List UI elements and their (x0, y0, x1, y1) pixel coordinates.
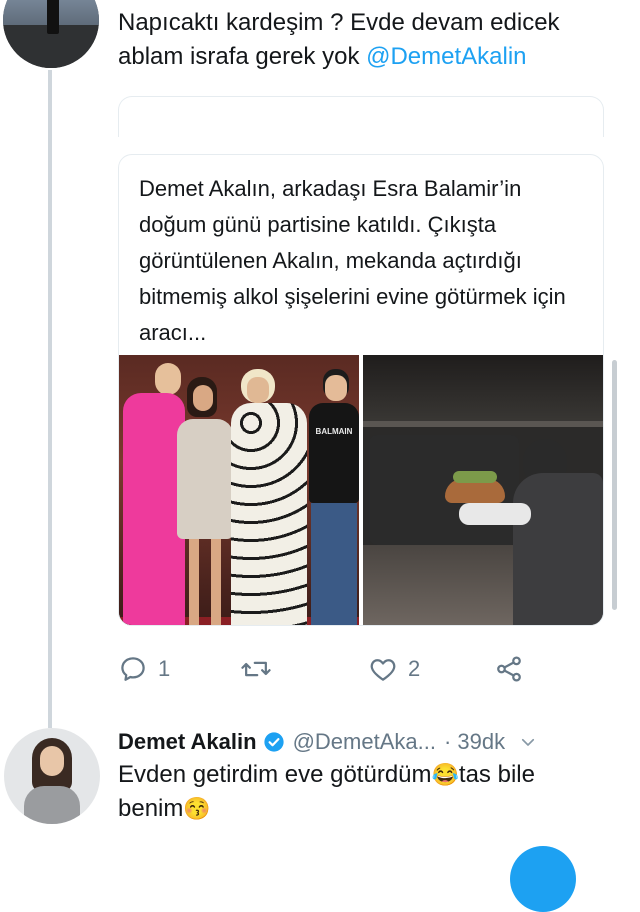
compose-button[interactable] (510, 846, 576, 912)
person-1-suit (123, 393, 185, 625)
person-3-leopard-coat (231, 403, 307, 625)
heart-icon (370, 659, 396, 681)
card-text: Demet Akalın, arkadaşı Esra Balamir’in d… (139, 176, 566, 345)
avatar-face (40, 746, 64, 776)
scrollbar[interactable] (612, 360, 617, 610)
verified-icon (263, 732, 284, 752)
person-3-head (247, 377, 269, 403)
reply-action[interactable]: 1 (118, 654, 170, 684)
like-action[interactable]: 2 (368, 654, 420, 684)
person-1-head (155, 363, 181, 395)
man-arm (459, 503, 531, 525)
reply-author-name[interactable]: Demet Akalin (118, 729, 257, 755)
person-2-leg (189, 539, 199, 625)
retweet-icon (241, 661, 271, 677)
reply-text-part: Evden getirdim eve götürdüm (118, 761, 432, 788)
person-2-leg (211, 539, 221, 625)
reply-count: 1 (158, 656, 171, 681)
person-4-jeans (311, 503, 357, 625)
mention-link[interactable]: @DemetAkalin (366, 43, 526, 70)
avatar-body (24, 786, 80, 824)
man-jacket (513, 473, 603, 625)
car-trunk-photo[interactable] (363, 355, 603, 625)
reply-text: Evden getirdim eve götürdüm😂tas bile ben… (118, 758, 598, 826)
reply-author-handle[interactable]: @DemetAka... (293, 729, 436, 755)
person-2-head (193, 385, 213, 411)
share-icon (497, 656, 521, 682)
link-card[interactable]: Demet Akalın, arkadaşı Esra Balamir’in d… (118, 154, 604, 626)
shirt-text: BALMAIN (315, 427, 353, 436)
bowl-fruit (453, 471, 497, 483)
share-action[interactable] (494, 654, 524, 684)
trunk-edge (363, 421, 603, 427)
quote-tweet-frame (118, 96, 604, 137)
trunk-lid (363, 355, 603, 425)
reply-timestamp[interactable]: · 39dk (444, 729, 505, 755)
author-avatar[interactable] (3, 0, 99, 68)
thread-line (48, 70, 52, 728)
party-photo[interactable]: BALMAIN (119, 355, 359, 625)
tweet-actions: 1 2 (118, 648, 602, 692)
tweet-text: Napıcaktı kardeşim ? Evde devam edicek a… (118, 6, 618, 74)
retweet-action[interactable] (240, 654, 282, 684)
reply-header: Demet Akalin @DemetAka... · 39dk (118, 726, 628, 758)
avatar-person (47, 0, 59, 34)
person-2-dress (177, 419, 233, 539)
kissing-emoji: 😚 (183, 796, 211, 821)
reply-avatar[interactable] (4, 728, 100, 824)
chevron-down-icon[interactable] (519, 733, 537, 751)
reply-icon (121, 657, 145, 681)
like-count: 2 (408, 656, 421, 681)
laughing-emoji: 😂 (431, 762, 459, 787)
person-4-head (325, 375, 347, 401)
person-4-shirt (309, 403, 359, 503)
